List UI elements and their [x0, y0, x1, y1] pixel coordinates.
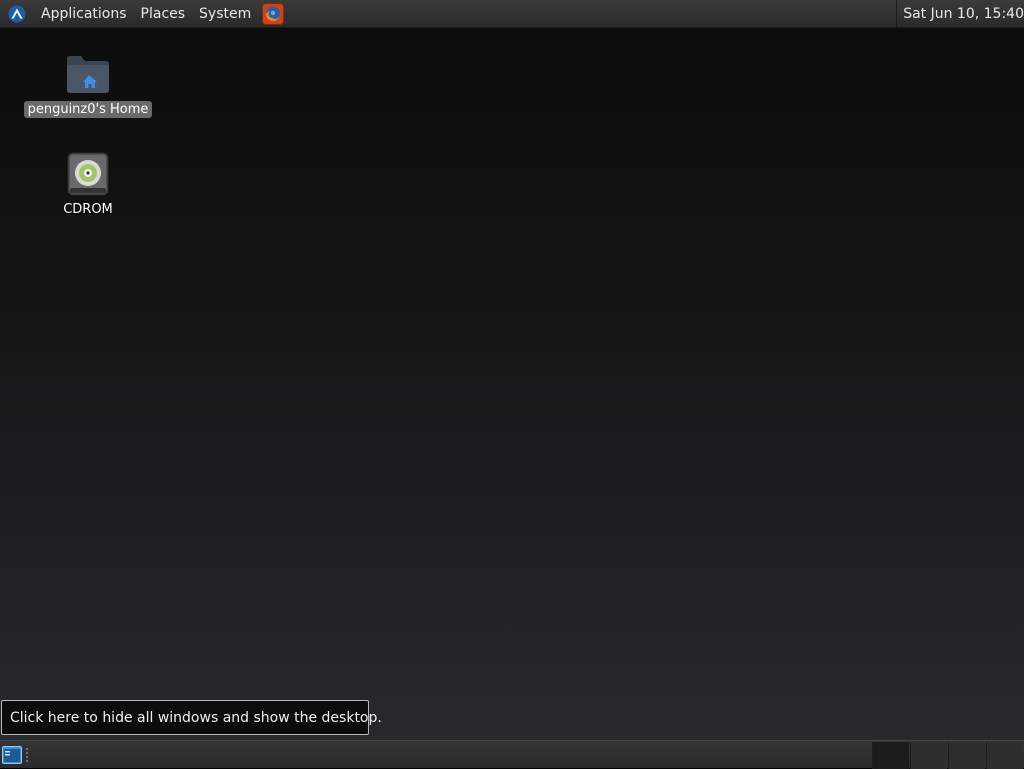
firefox-icon[interactable]: [262, 2, 285, 25]
show-desktop-tooltip: Click here to hide all windows and show …: [1, 700, 382, 735]
desktop-icon-cdrom[interactable]: CDROM: [22, 150, 154, 218]
menu-applications[interactable]: Applications: [34, 0, 134, 28]
workspace-1[interactable]: [872, 742, 909, 769]
bottom-panel: [0, 740, 1024, 769]
desktop-background[interactable]: Applications Places System Sat Jun 10, 1…: [0, 0, 1024, 769]
show-desktop-icon[interactable]: [1, 744, 23, 766]
panel-drag-handle[interactable]: [25, 747, 29, 763]
workspace-3[interactable]: [948, 742, 985, 769]
menu-places[interactable]: Places: [134, 0, 193, 28]
workspace-4[interactable]: [986, 742, 1023, 769]
panel-clock[interactable]: Sat Jun 10, 15:40: [896, 0, 1024, 28]
home-folder-icon: [64, 50, 112, 98]
cdrom-icon: [64, 150, 112, 198]
desktop-icon-home[interactable]: penguinz0's Home: [22, 50, 154, 118]
menu-system[interactable]: System: [192, 0, 258, 28]
distro-logo-icon[interactable]: [7, 4, 27, 24]
desktop-icon-label: penguinz0's Home: [23, 101, 153, 118]
workspace-2[interactable]: [910, 742, 947, 769]
desktop-icon-label: CDROM: [63, 202, 113, 217]
top-panel: Applications Places System Sat Jun 10, 1…: [0, 0, 1024, 28]
